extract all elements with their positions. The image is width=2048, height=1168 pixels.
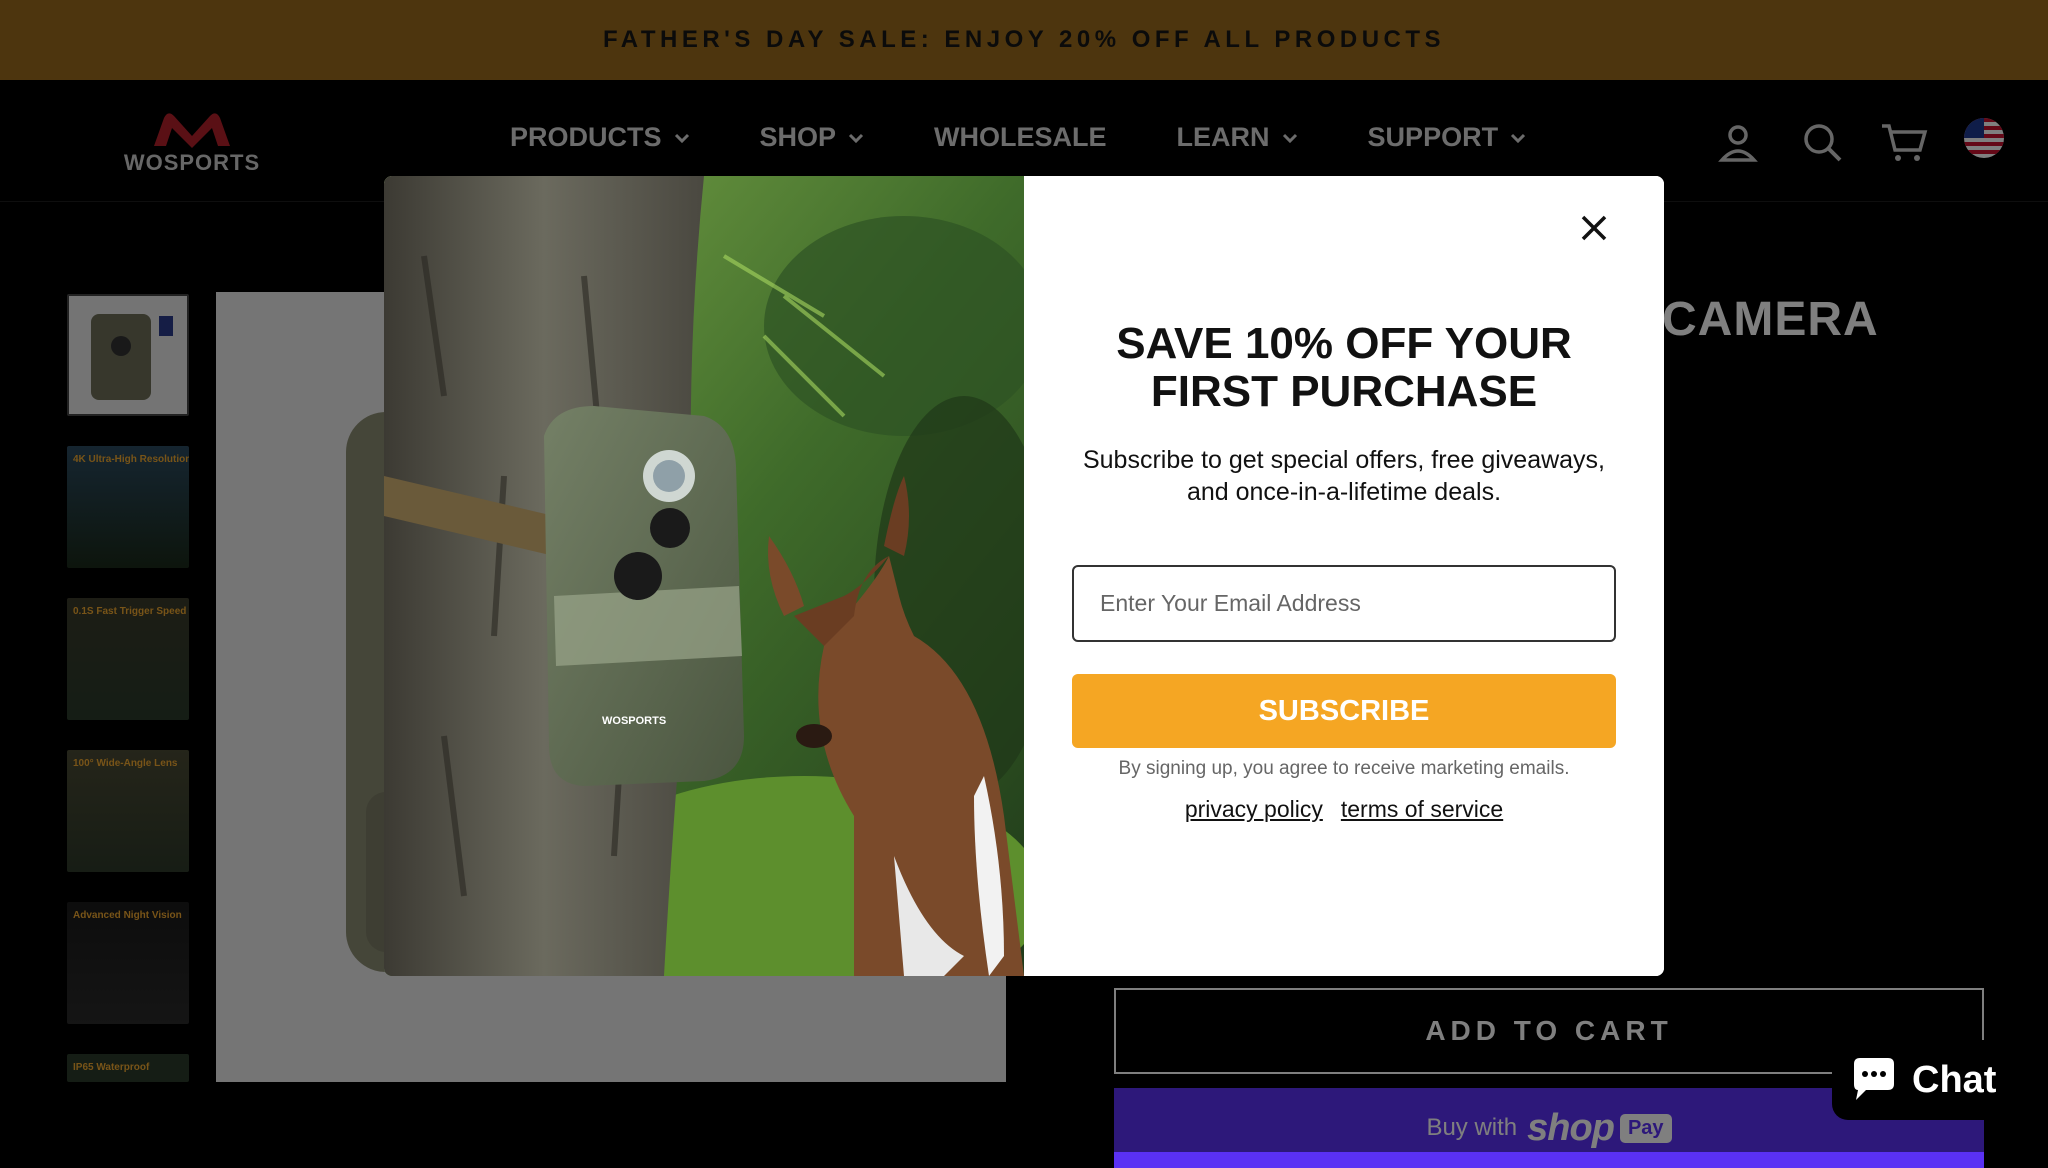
terms-of-service-link[interactable]: terms of service	[1341, 796, 1503, 823]
chat-bubble-icon	[1854, 1058, 1894, 1100]
modal-subtitle-line-1: Subscribe to get special offers, free gi…	[1082, 446, 1606, 474]
modal-subtitle-line-2: and once-in-a-lifetime deals.	[1186, 478, 1502, 506]
modal-heading: SAVE 10% OFF YOUR FIRST PURCHASE	[1064, 320, 1624, 416]
chat-label: Chat	[1912, 1058, 1997, 1101]
modal-subtitle: Subscribe to get special offers, free gi…	[1064, 444, 1624, 508]
newsletter-modal: WOSPORTS SAVE 10% OFF YOUR FIRST PURCHAS…	[384, 176, 1664, 976]
camera-brand-text: WOSPORTS	[602, 715, 666, 727]
marketing-disclaimer: By signing up, you agree to receive mark…	[1118, 758, 1570, 779]
legal-links: privacy policy terms of service	[1064, 796, 1624, 823]
close-icon[interactable]	[1572, 206, 1616, 250]
modal-heading-line-1: SAVE 10% OFF YOUR	[1116, 319, 1572, 368]
chat-button[interactable]: Chat	[1832, 1040, 2048, 1120]
modal-heading-line-2: FIRST PURCHASE	[1150, 367, 1538, 416]
modal-hero-image: WOSPORTS	[384, 176, 1024, 976]
email-input[interactable]	[1072, 565, 1616, 642]
modal-form-panel: SAVE 10% OFF YOUR FIRST PURCHASE Subscri…	[1024, 176, 1664, 976]
trail-camera-deer-image: WOSPORTS	[384, 176, 1024, 976]
privacy-policy-link[interactable]: privacy policy	[1185, 796, 1323, 823]
subscribe-button[interactable]: SUBSCRIBE	[1072, 674, 1616, 748]
